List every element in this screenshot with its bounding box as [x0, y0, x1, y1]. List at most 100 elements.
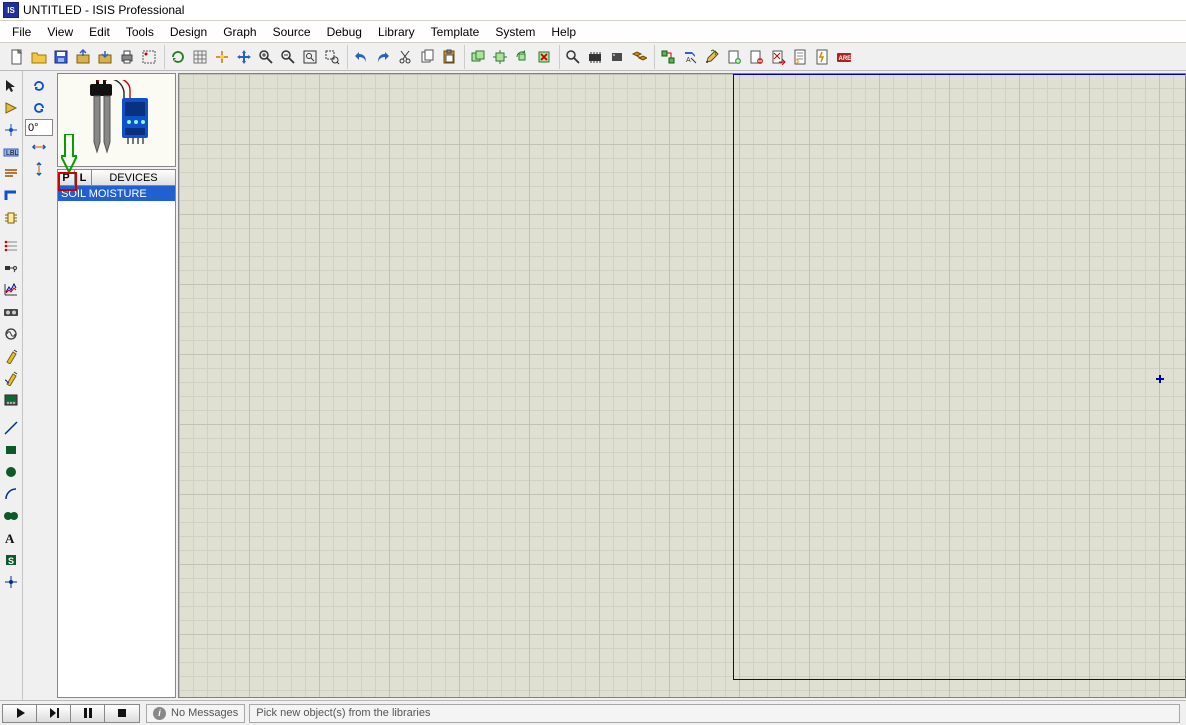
step-button[interactable]: [37, 705, 71, 722]
new-file-icon[interactable]: [6, 46, 28, 68]
block-copy-icon[interactable]: [467, 46, 489, 68]
svg-text:LBL: LBL: [6, 150, 19, 157]
component-icon[interactable]: [1, 97, 21, 119]
cut-icon[interactable]: [394, 46, 416, 68]
svg-text:A: A: [5, 531, 15, 546]
messages-segment[interactable]: i No Messages: [146, 704, 245, 723]
menu-view[interactable]: View: [39, 22, 81, 42]
zoom-fit-icon[interactable]: [299, 46, 321, 68]
menu-debug[interactable]: Debug: [319, 22, 370, 42]
origin-icon[interactable]: [211, 46, 233, 68]
zoom-area-icon[interactable]: [321, 46, 343, 68]
pan-icon[interactable]: [233, 46, 255, 68]
hint-segment: Pick new object(s) from the libraries: [249, 704, 1180, 723]
remove-sheet-icon[interactable]: [745, 46, 767, 68]
simulation-controls: [2, 704, 140, 723]
line-2d-icon[interactable]: [1, 417, 21, 439]
zoom-out-icon[interactable]: [277, 46, 299, 68]
stop-button[interactable]: [105, 705, 139, 722]
wire-label-icon[interactable]: LBL: [1, 141, 21, 163]
set-area-icon[interactable]: [138, 46, 160, 68]
electrical-check-icon[interactable]: [811, 46, 833, 68]
export-icon[interactable]: [94, 46, 116, 68]
redo-icon[interactable]: [372, 46, 394, 68]
copy-icon[interactable]: [416, 46, 438, 68]
subcircuit-icon[interactable]: [1, 207, 21, 229]
menu-library[interactable]: Library: [370, 22, 423, 42]
print-icon[interactable]: [116, 46, 138, 68]
play-button[interactable]: [3, 705, 37, 722]
hint-text: Pick new object(s) from the libraries: [256, 707, 430, 719]
menu-source[interactable]: Source: [265, 22, 319, 42]
search-tag-icon[interactable]: A: [679, 46, 701, 68]
menu-system[interactable]: System: [487, 22, 543, 42]
marker-icon[interactable]: [1, 571, 21, 593]
path-2d-icon[interactable]: [1, 505, 21, 527]
mirror-x-icon[interactable]: [29, 136, 49, 158]
menu-tools[interactable]: Tools: [118, 22, 162, 42]
menu-help[interactable]: Help: [543, 22, 584, 42]
library-manager-button[interactable]: L: [75, 170, 92, 185]
refresh-icon[interactable]: [167, 46, 189, 68]
title-bar: IS UNTITLED - ISIS Professional: [0, 0, 1186, 21]
make-device-icon[interactable]: [584, 46, 606, 68]
graph-icon[interactable]: [1, 279, 21, 301]
new-sheet-icon[interactable]: [723, 46, 745, 68]
undo-icon[interactable]: [350, 46, 372, 68]
rotate-ccw-icon[interactable]: [29, 97, 49, 119]
save-file-icon[interactable]: [50, 46, 72, 68]
block-move-icon[interactable]: [489, 46, 511, 68]
circle-2d-icon[interactable]: [1, 461, 21, 483]
devices-header: P L DEVICES: [57, 169, 176, 186]
bill-of-materials-icon[interactable]: $: [789, 46, 811, 68]
exit-to-parent-icon[interactable]: [767, 46, 789, 68]
arc-2d-icon[interactable]: [1, 483, 21, 505]
import-icon[interactable]: [72, 46, 94, 68]
menu-graph[interactable]: Graph: [215, 22, 264, 42]
wire-autorouter-icon[interactable]: [657, 46, 679, 68]
pause-button[interactable]: [71, 705, 105, 722]
pick-device-icon[interactable]: [562, 46, 584, 68]
generator-icon[interactable]: [1, 323, 21, 345]
sheet-outline: [733, 74, 1186, 680]
toggle-grid-icon[interactable]: [189, 46, 211, 68]
pick-devices-button[interactable]: P: [58, 170, 75, 185]
terminals-icon[interactable]: [1, 235, 21, 257]
symbol-icon[interactable]: S: [1, 549, 21, 571]
menu-edit[interactable]: Edit: [81, 22, 118, 42]
block-rotate-icon[interactable]: [511, 46, 533, 68]
virtual-instrument-icon[interactable]: [1, 389, 21, 411]
device-pins-icon[interactable]: [1, 257, 21, 279]
text-script-icon[interactable]: [1, 163, 21, 185]
selection-arrow-icon[interactable]: [1, 75, 21, 97]
main-toolbar: A $ ARES: [0, 43, 1186, 71]
component-preview-icon: [72, 80, 162, 160]
rotation-input[interactable]: [25, 119, 53, 136]
netlist-ares-icon[interactable]: ARES: [833, 46, 855, 68]
junction-icon[interactable]: [1, 119, 21, 141]
menu-template[interactable]: Template: [423, 22, 488, 42]
packaging-icon[interactable]: [606, 46, 628, 68]
property-icon[interactable]: [701, 46, 723, 68]
info-icon: i: [153, 707, 166, 720]
zoom-in-icon[interactable]: [255, 46, 277, 68]
app-logo-icon: IS: [3, 2, 19, 18]
tape-icon[interactable]: [1, 301, 21, 323]
current-probe-icon[interactable]: [1, 367, 21, 389]
device-list[interactable]: SOIL MOISTURE: [57, 186, 176, 698]
bus-icon[interactable]: [1, 185, 21, 207]
paste-icon[interactable]: [438, 46, 460, 68]
block-delete-icon[interactable]: [533, 46, 555, 68]
open-file-icon[interactable]: [28, 46, 50, 68]
menu-file[interactable]: File: [4, 22, 39, 42]
schematic-canvas[interactable]: [178, 73, 1186, 698]
menu-design[interactable]: Design: [162, 22, 215, 42]
voltage-probe-icon[interactable]: [1, 345, 21, 367]
rotate-cw-icon[interactable]: [29, 75, 49, 97]
device-list-item[interactable]: SOIL MOISTURE: [58, 186, 175, 201]
decompose-icon[interactable]: [628, 46, 650, 68]
box-2d-icon[interactable]: [1, 439, 21, 461]
mirror-y-icon[interactable]: [29, 158, 49, 180]
svg-text:ARES: ARES: [839, 56, 853, 62]
text-2d-icon[interactable]: A: [1, 527, 21, 549]
